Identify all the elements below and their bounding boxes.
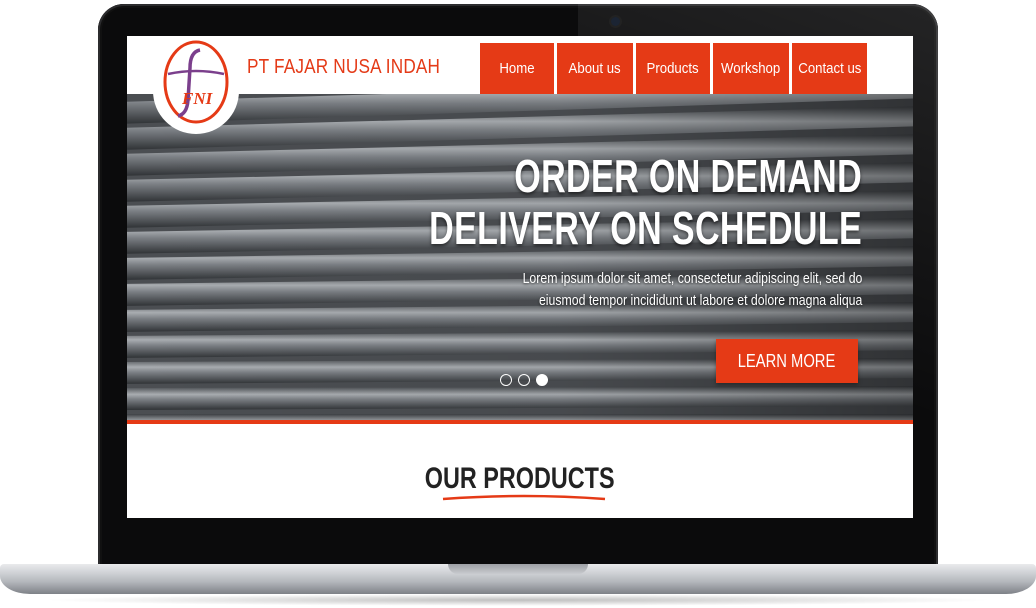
hero-subtitle: Lorem ipsum dolor sit amet, consectetur … — [522, 268, 862, 312]
nav-label-products: Products — [646, 60, 700, 77]
nav-item-home[interactable]: Home — [480, 43, 554, 94]
learn-more-label: LEARN MORE — [738, 350, 836, 371]
slider-dot-1[interactable] — [500, 374, 512, 386]
hero-subtitle-line2: eiusmod tempor incididunt ut labore et d… — [538, 292, 862, 309]
slider-dot-3[interactable] — [536, 374, 548, 386]
hero-title-line1: ORDER ON DEMAND — [514, 150, 862, 202]
nav-item-contact[interactable]: Contact us — [792, 43, 867, 94]
logo-badge[interactable]: FNI — [153, 36, 239, 134]
heading-underline — [442, 494, 606, 501]
nav-item-products[interactable]: Products — [636, 43, 710, 94]
nav-label-about: About us — [568, 60, 622, 77]
nav-item-workshop[interactable]: Workshop — [713, 43, 789, 94]
learn-more-button[interactable]: LEARN MORE — [716, 339, 858, 383]
nav-item-about[interactable]: About us — [557, 43, 633, 94]
hero-subtitle-line1: Lorem ipsum dolor sit amet, consectetur … — [522, 270, 862, 287]
main-nav: Home About us Products Workshop Contact … — [480, 43, 867, 94]
laptop-notch — [448, 564, 588, 574]
website-screen: PT FAJAR NUSA INDAH Home About us Produc… — [127, 36, 913, 518]
company-logo-icon: FNI — [163, 40, 229, 124]
logo-lettering: FNI — [181, 89, 214, 108]
site-header: PT FAJAR NUSA INDAH Home About us Produc… — [127, 36, 913, 94]
company-name: PT FAJAR NUSA INDAH — [247, 56, 441, 78]
hero-title-line2: DELIVERY ON SCHEDULE — [429, 202, 862, 254]
laptop-shadow — [40, 594, 996, 606]
hero-divider — [127, 420, 913, 424]
products-heading: OUR PRODUCTS — [127, 462, 913, 496]
hero-slider: ORDER ON DEMAND DELIVERY ON SCHEDULE Lor… — [127, 94, 913, 420]
products-heading-text: OUR PRODUCTS — [425, 462, 615, 495]
nav-label-workshop: Workshop — [721, 60, 781, 77]
webcam-icon — [611, 17, 620, 26]
hero-title: ORDER ON DEMAND DELIVERY ON SCHEDULE — [429, 150, 862, 254]
nav-label-contact: Contact us — [797, 60, 862, 77]
slider-dots — [500, 374, 548, 386]
slider-dot-2[interactable] — [518, 374, 530, 386]
nav-label-home: Home — [499, 60, 535, 77]
